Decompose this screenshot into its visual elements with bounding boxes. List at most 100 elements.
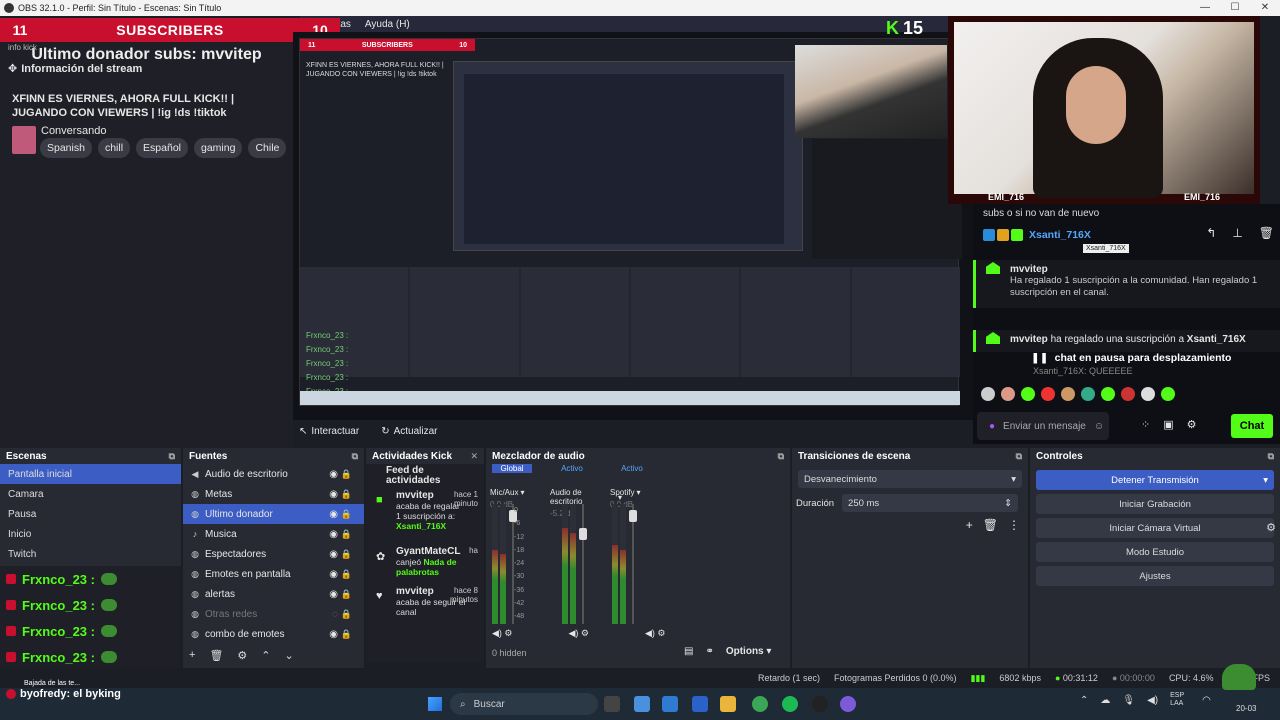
lock-icon[interactable]: 🔒 <box>341 529 352 540</box>
task-view-icon[interactable] <box>604 696 620 712</box>
emote-icon[interactable] <box>1101 387 1115 401</box>
link-icon[interactable]: ⚭ <box>705 646 713 657</box>
spotify-icon[interactable] <box>782 696 798 712</box>
tag[interactable]: Spanish <box>40 138 92 158</box>
tag[interactable]: gaming <box>194 138 243 158</box>
emote-icon[interactable] <box>981 387 995 401</box>
lock-icon[interactable]: 🔒 <box>341 569 352 580</box>
source-item[interactable]: ◍ Espectadores ◉ 🔒 <box>183 544 364 564</box>
close-icon[interactable]: ✕ <box>470 451 478 462</box>
emote-icon[interactable] <box>1021 387 1035 401</box>
gear-icon[interactable]: ⚙ <box>1266 521 1276 534</box>
chat-user-line[interactable]: Xsanti_716X <box>983 226 1091 244</box>
chevron-down-icon[interactable]: ▾ <box>520 488 524 497</box>
tag[interactable]: Chile <box>248 138 287 158</box>
tag[interactable]: chill <box>97 138 131 158</box>
mic-icon[interactable]: 🎙 <box>1122 695 1135 706</box>
stop-streaming-button[interactable]: Detener Transmisión ▾ <box>1036 470 1274 490</box>
settings-button[interactable]: Ajustes <box>1036 566 1274 586</box>
fader-handle[interactable] <box>629 510 637 522</box>
date[interactable]: 20-03 <box>1236 704 1256 714</box>
duration-input[interactable]: 250 ms ⇕ <box>842 494 1019 512</box>
source-item[interactable]: ◍ alertas ◉ 🔒 <box>183 584 364 604</box>
settings-icon[interactable]: ⚙ <box>1187 418 1197 431</box>
program-preview[interactable]: 11 SUBSCRIBERS 10 XFINN ES VIERNES, AHOR… <box>293 32 973 420</box>
eye-icon[interactable]: ◉ <box>329 549 338 560</box>
minimize-button[interactable]: — <box>1190 0 1220 16</box>
lock-icon[interactable]: 🔒 <box>341 509 352 520</box>
chevron-down-icon[interactable]: ▾ <box>636 488 640 497</box>
pin-icon[interactable]: ⊥ <box>1232 226 1242 240</box>
spinner-icon[interactable]: ⇕ <box>1004 498 1012 509</box>
refresh-button[interactable]: ↻ Actualizar <box>377 424 441 439</box>
emote-icon[interactable] <box>1081 387 1095 401</box>
mixer-tab[interactable]: Activo <box>552 464 592 473</box>
source-item[interactable]: ◍ Metas ◉ 🔒 <box>183 484 364 504</box>
layout-icon[interactable]: ▤ <box>684 646 693 657</box>
volume-fader[interactable] <box>579 504 587 624</box>
maximize-button[interactable]: ☐ <box>1220 0 1250 16</box>
trash-icon[interactable]: 🗑 <box>983 518 998 532</box>
cloud-icon[interactable]: ☁ <box>1100 695 1110 706</box>
scene-item[interactable]: Camara <box>0 484 181 504</box>
volume-icon[interactable]: ◀) ⚙ <box>645 628 666 639</box>
mixer-tab[interactable]: Global <box>492 464 532 473</box>
add-icon[interactable]: + <box>966 518 973 532</box>
dots-icon[interactable]: ⁘ <box>1141 418 1150 431</box>
source-item[interactable]: ♪ Musica ◉ 🔒 <box>183 524 364 544</box>
gift-icon[interactable]: ▣ <box>1163 418 1173 431</box>
source-item[interactable]: ◍ Ultimo donador ◉ 🔒 <box>183 504 364 524</box>
emote-icon[interactable] <box>1141 387 1155 401</box>
menu-help[interactable]: Ayuda (H) <box>365 19 410 30</box>
interact-button[interactable]: ↖ Interactuar <box>295 424 363 439</box>
more-icon[interactable]: ⋮ <box>1008 518 1020 532</box>
trash-icon[interactable]: 🗑 <box>209 649 223 662</box>
chevron-up-icon[interactable]: ⌃ <box>1080 695 1088 706</box>
undock-icon[interactable]: ⧉ <box>169 451 175 462</box>
delete-icon[interactable]: 🗑 <box>1259 226 1274 240</box>
move-up-icon[interactable]: ⌃ <box>261 649 270 662</box>
options-button[interactable]: Options ▾ <box>726 646 772 657</box>
lock-icon[interactable]: 🔒 <box>341 589 352 600</box>
source-item[interactable]: ◍ Emotes en pantalla ◉ 🔒 <box>183 564 364 584</box>
source-item[interactable]: ◍ Otras redes ◌ 🔒 <box>183 604 364 624</box>
eye-icon[interactable]: ◉ <box>329 469 338 480</box>
lock-icon[interactable]: 🔒 <box>341 489 352 500</box>
chat-message-user[interactable]: mvvitep <box>984 264 1272 275</box>
eye-icon[interactable]: ◉ <box>329 569 338 580</box>
eye-icon[interactable]: ◉ <box>329 489 338 500</box>
gift-user[interactable]: mvvitep <box>1010 334 1048 345</box>
undock-icon[interactable]: ⧉ <box>1268 451 1274 462</box>
language-indicator[interactable]: ESP LAA <box>1170 692 1190 708</box>
lock-icon[interactable]: 🔒 <box>341 549 352 560</box>
transition-select[interactable]: Desvanecimiento ▾ <box>798 470 1022 488</box>
chevron-down-icon[interactable]: ▾ <box>1263 475 1268 486</box>
volume-icon[interactable]: ◀) ⚙ <box>492 628 513 639</box>
source-item[interactable]: ◀ Audio de escritorio ◉ 🔒 <box>183 464 364 484</box>
app-icon[interactable] <box>634 696 650 712</box>
close-button[interactable]: ✕ <box>1250 0 1280 16</box>
discord-icon[interactable] <box>840 696 856 712</box>
taskbar-search[interactable]: ⌕ Buscar <box>450 693 598 715</box>
move-down-icon[interactable]: ⌄ <box>285 649 294 662</box>
file-explorer-icon[interactable] <box>720 696 736 712</box>
emote-icon[interactable] <box>1061 387 1075 401</box>
lock-icon[interactable]: 🔒 <box>341 609 352 620</box>
reply-icon[interactable]: ↰ <box>1206 226 1216 240</box>
emote-icon[interactable] <box>1121 387 1135 401</box>
emote-icon[interactable] <box>1161 387 1175 401</box>
add-icon[interactable]: + <box>189 649 195 662</box>
emoji-icon[interactable]: ☺ <box>1094 421 1104 432</box>
undock-icon[interactable]: ⧉ <box>778 451 784 462</box>
start-recording-button[interactable]: Iniciar Grabación <box>1036 494 1274 514</box>
eye-hidden-icon[interactable]: ◌ <box>332 609 338 620</box>
mixer-tab[interactable]: Activo <box>612 464 652 473</box>
virtual-camera-button[interactable]: Iniciar Cámara Virtual ⚙ <box>1036 518 1276 538</box>
volume-icon[interactable]: ◀) ⚙ <box>569 628 590 639</box>
tag[interactable]: Español <box>136 138 188 158</box>
scene-item[interactable]: Pantalla inicial <box>0 464 181 484</box>
eye-icon[interactable]: ◉ <box>329 509 338 520</box>
fader-handle[interactable] <box>579 528 587 540</box>
emote-icon[interactable] <box>1041 387 1055 401</box>
source-item[interactable]: ◍ combo de emotes ◉ 🔒 <box>183 624 364 644</box>
